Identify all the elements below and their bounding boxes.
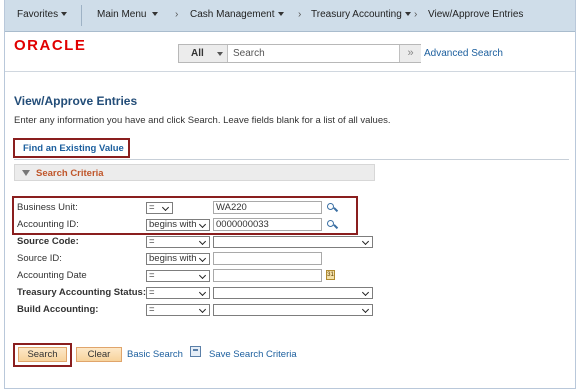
favorites-menu[interactable]: Favorites (17, 9, 68, 20)
accounting-id-input[interactable]: 0000000033 (213, 218, 322, 231)
chevron-down-icon (361, 288, 371, 298)
collapse-triangle-icon (22, 170, 30, 176)
search-input[interactable]: Search (233, 45, 265, 62)
breadcrumb-label: Treasury Accounting (311, 9, 402, 20)
nav-separator (81, 5, 82, 26)
save-search-criteria-link[interactable]: Save Search Criteria (209, 349, 297, 360)
source-id-label: Source ID: (17, 253, 62, 264)
favorites-caret-icon (61, 12, 68, 17)
search-scope-label: All (191, 48, 204, 59)
breadcrumb-chevron-icon: › (175, 9, 179, 20)
breadcrumb-treasury-accounting[interactable]: Treasury Accounting (311, 9, 411, 20)
breadcrumb-view-approve[interactable]: View/Approve Entries (428, 9, 523, 20)
breadcrumb-chevron-icon: › (298, 9, 302, 20)
accounting-date-operator-select[interactable]: = (146, 270, 210, 282)
advanced-search-link[interactable]: Advanced Search (424, 48, 503, 59)
lookup-icon[interactable] (326, 202, 337, 213)
operator-value: = (149, 202, 155, 213)
tab-underline (14, 159, 569, 160)
build-accounting-operator-select[interactable]: = (146, 304, 210, 316)
global-search: All Search » (178, 44, 421, 63)
source-code-label: Source Code: (17, 236, 79, 247)
breadcrumb-label: Cash Management (190, 9, 275, 20)
chevron-down-icon (198, 237, 208, 247)
chevron-down-icon (361, 237, 371, 247)
business-unit-label: Business Unit: (17, 202, 78, 213)
accounting-id-operator-select[interactable]: begins with (146, 219, 210, 231)
lookup-icon[interactable] (326, 219, 337, 230)
search-criteria-header[interactable]: Search Criteria (14, 164, 375, 181)
oracle-logo: ORACLE (14, 37, 87, 54)
page-title: View/Approve Entries (14, 94, 138, 108)
search-go-button[interactable]: » (399, 45, 421, 62)
operator-value: = (149, 287, 155, 298)
chevron-down-icon (404, 12, 411, 17)
treasury-accounting-status-label: Treasury Accounting Status: (17, 287, 146, 298)
chevron-down-icon (198, 271, 208, 281)
business-unit-input[interactable]: WA220 (213, 201, 322, 214)
tab-find-existing-value[interactable]: Find an Existing Value (23, 143, 124, 154)
treasury-status-operator-select[interactable]: = (146, 287, 210, 299)
favorites-label: Favorites (17, 9, 59, 20)
search-scope-select[interactable]: All (179, 45, 228, 62)
chevron-down-icon (217, 52, 223, 56)
operator-value: = (149, 270, 155, 281)
main-menu-caret-icon (152, 12, 159, 17)
calendar-icon[interactable]: 31 (326, 270, 335, 280)
breadcrumb-chevron-icon: › (414, 9, 418, 20)
chevron-down-icon (198, 254, 208, 264)
basic-search-link[interactable]: Basic Search (127, 349, 183, 360)
source-id-input[interactable] (213, 252, 322, 265)
top-nav-bar: Favorites Main Menu › Cash Management › … (5, 0, 575, 32)
instructions-text: Enter any information you have and click… (14, 115, 391, 126)
search-button[interactable]: Search (18, 347, 67, 362)
accounting-id-label: Accounting ID: (17, 219, 79, 230)
accounting-date-label: Accounting Date (17, 270, 87, 281)
chevron-down-icon (198, 288, 208, 298)
operator-value: = (149, 304, 155, 315)
source-code-select[interactable] (213, 236, 373, 248)
treasury-status-select[interactable] (213, 287, 373, 299)
double-chevron-right-icon: » (407, 47, 414, 59)
accounting-date-input[interactable] (213, 269, 322, 282)
chevron-down-icon (277, 12, 284, 17)
chevron-down-icon (161, 203, 171, 213)
business-unit-operator-select[interactable]: = (146, 202, 173, 214)
main-menu-label: Main Menu (97, 9, 147, 20)
breadcrumb-label: View/Approve Entries (428, 9, 524, 20)
chevron-down-icon (198, 305, 208, 315)
search-criteria-label: Search Criteria (36, 168, 104, 179)
breadcrumb-cash-management[interactable]: Cash Management (190, 9, 284, 20)
clear-button[interactable]: Clear (76, 347, 122, 362)
chevron-down-icon (198, 220, 208, 230)
operator-value: begins with (149, 219, 197, 230)
operator-value: = (149, 236, 155, 247)
main-menu[interactable]: Main Menu (97, 9, 159, 20)
divider (5, 71, 575, 72)
source-id-operator-select[interactable]: begins with (146, 253, 210, 265)
source-code-operator-select[interactable]: = (146, 236, 210, 248)
operator-value: begins with (149, 253, 197, 264)
save-search-icon[interactable] (190, 346, 201, 357)
chevron-down-icon (361, 305, 371, 315)
build-accounting-select[interactable] (213, 304, 373, 316)
build-accounting-label: Build Accounting: (17, 304, 99, 315)
